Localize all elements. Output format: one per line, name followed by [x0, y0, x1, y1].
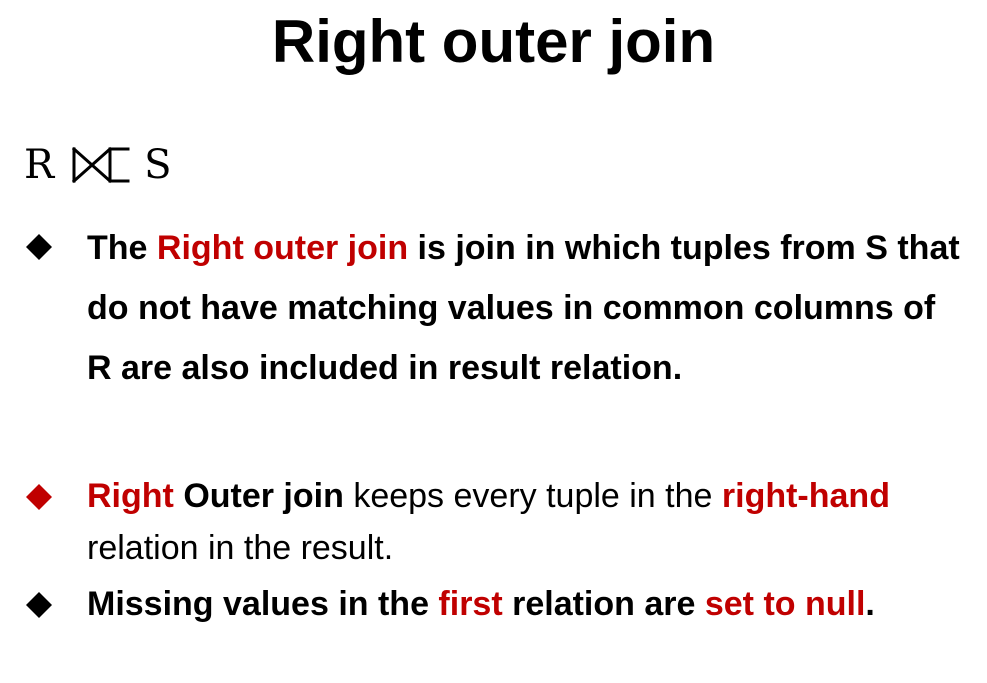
highlight-term: first	[438, 585, 503, 623]
text-segment: relation are	[502, 585, 705, 623]
text-segment: keeps every tuple in the	[343, 477, 722, 515]
text-segment: relation in the result.	[87, 529, 394, 567]
highlight-term: set to null	[704, 585, 866, 623]
text-segment: Missing values in the	[87, 585, 439, 623]
join-expression: R S	[24, 140, 172, 190]
text-segment	[174, 477, 183, 515]
bullet-text-3: Missing values in the first relation are…	[87, 578, 966, 630]
left-relation: R	[24, 142, 55, 188]
diamond-bullet-icon	[26, 234, 52, 260]
diamond-bullet-icon	[26, 484, 52, 510]
bold-term: Outer join	[183, 477, 344, 515]
text-segment: The	[87, 229, 157, 267]
right-relation: S	[144, 142, 172, 188]
highlight-term: Right outer join	[156, 229, 409, 267]
bullet-item-2: Right Outer join keeps every tuple in th…	[26, 470, 966, 574]
bullet-text-2: Right Outer join keeps every tuple in th…	[87, 470, 966, 574]
bullet-text-1: The Right outer join is join in which tu…	[87, 218, 966, 398]
highlight-term: right-hand	[721, 477, 890, 515]
bullet-item-1: The Right outer join is join in which tu…	[26, 218, 966, 398]
right-outer-join-icon	[70, 143, 134, 187]
bullet-item-3: Missing values in the first relation are…	[26, 578, 966, 630]
page-title: Right outer join	[271, 8, 716, 75]
text-segment: .	[865, 585, 875, 623]
slide: Right outer join R S The Right outer joi…	[0, 0, 987, 683]
diamond-bullet-icon	[26, 592, 52, 618]
highlight-term: Right	[87, 477, 174, 515]
